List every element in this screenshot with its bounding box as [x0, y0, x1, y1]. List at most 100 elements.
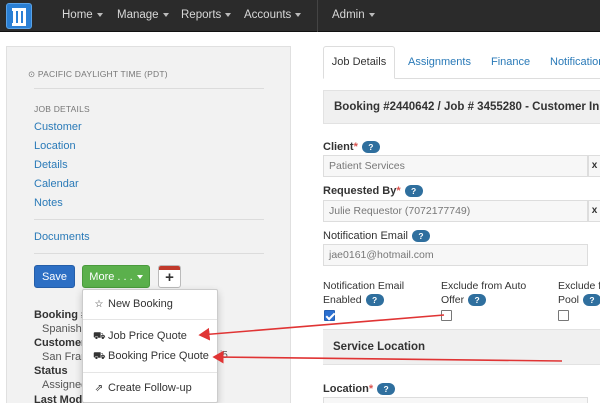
nav-manage-label: Manage	[117, 9, 159, 21]
top-navbar: Home Manage Reports Accounts Admin	[0, 0, 600, 32]
menu-item-new-booking[interactable]: ☆ New Booking	[93, 298, 173, 310]
requested-label-text: Requested By	[323, 185, 397, 197]
cb-exclude-pool-label: Exclude f Pool?	[558, 279, 600, 307]
add-calendar-icon[interactable]: +	[158, 265, 181, 288]
menu-item-label: Job Price Quote	[108, 330, 187, 342]
tab-job-details[interactable]: Job Details	[323, 46, 395, 79]
clear-requested-icon[interactable]: x	[588, 200, 600, 222]
obscured-text: i5	[220, 350, 228, 361]
email-enabled-checkbox[interactable]	[324, 310, 335, 321]
cb-label-line: Notification Email	[323, 280, 405, 292]
booking-header: Booking #2440642 / Job # 3455280 - Custo…	[323, 90, 600, 124]
location-label: Location*?	[323, 383, 396, 396]
chevron-down-icon	[96, 12, 103, 17]
divider	[34, 253, 264, 254]
nav-accounts-label: Accounts	[244, 9, 292, 21]
tab-notification[interactable]: Notification	[550, 56, 600, 68]
help-icon[interactable]: ?	[583, 294, 600, 307]
location-label-text: Location	[323, 383, 369, 395]
chevron-down-icon	[162, 12, 169, 17]
sidebar-link-customer[interactable]: Customer	[34, 121, 82, 133]
chevron-down-icon	[295, 12, 302, 17]
menu-item-job-price-quote[interactable]: ⛟ Job Price Quote	[93, 330, 187, 344]
notification-email-label: Notification Email?	[323, 230, 430, 243]
tab-finance[interactable]: Finance	[491, 56, 530, 68]
sidebar-link-location[interactable]: Location	[34, 140, 76, 152]
sidebar-link-details[interactable]: Details	[34, 159, 68, 171]
help-icon[interactable]: ?	[404, 185, 423, 198]
client-label: Client*?	[323, 141, 380, 154]
menu-item-label: New Booking	[108, 298, 173, 310]
summary-last-modified: Last Modi	[34, 394, 86, 403]
email-label-text: Notification Email	[323, 230, 408, 242]
cart-icon: ⛟	[93, 331, 106, 342]
nav-reports[interactable]: Reports	[181, 9, 232, 21]
divider	[34, 88, 264, 89]
summary-status: Status	[34, 365, 68, 377]
requested-by-label: Requested By*?	[323, 185, 423, 198]
nav-divider	[317, 0, 318, 32]
save-button[interactable]: Save	[34, 265, 75, 288]
cb-label-line: Exclude from Auto	[441, 280, 527, 292]
cb-label-line: Pool	[558, 294, 580, 306]
menu-divider	[83, 319, 217, 320]
menu-item-create-follow-up[interactable]: ⇗ Create Follow-up	[93, 382, 192, 394]
client-field[interactable]: Patient Services	[323, 155, 588, 177]
cb-label-line: Offer	[441, 294, 465, 306]
chevron-down-icon	[225, 12, 232, 17]
cb-email-enabled-label: Notification Email Enabled?	[323, 279, 404, 307]
cb-exclude-auto-offer-label: Exclude from Auto Offer?	[441, 279, 526, 307]
location-field[interactable]	[323, 397, 588, 403]
client-label-text: Client	[323, 141, 354, 153]
help-icon[interactable]: ?	[365, 294, 384, 307]
requested-by-field[interactable]: Julie Requestor (7072177749)	[323, 200, 588, 222]
summary-booking: Booking #	[34, 309, 88, 321]
cb-label-line: Enabled	[323, 294, 362, 306]
more-label: More . . .	[89, 271, 133, 283]
timezone-text: PACIFIC DAYLIGHT TIME (PDT)	[37, 69, 168, 79]
nav-manage[interactable]: Manage	[117, 9, 169, 21]
required-mark: *	[368, 383, 374, 395]
more-dropdown-button[interactable]: More . . .	[82, 265, 150, 288]
sidebar-link-documents[interactable]: Documents	[34, 231, 90, 243]
menu-item-booking-price-quote[interactable]: ⛟ Booking Price Quote	[93, 350, 209, 364]
sidebar-link-notes[interactable]: Notes	[34, 197, 63, 209]
divider	[34, 219, 264, 220]
cb-label-line: Exclude f	[558, 280, 600, 292]
tab-assignments[interactable]: Assignments	[408, 56, 471, 68]
summary-san-fran: San Fran	[42, 351, 88, 363]
exclude-pool-checkbox[interactable]	[558, 310, 569, 321]
more-dropdown-menu: ☆ New Booking ⛟ Job Price Quote ⛟ Booking P…	[82, 289, 218, 403]
cart-icon: ⛟	[93, 351, 106, 362]
summary-customer: Customer	[34, 337, 86, 349]
menu-item-label: Booking Price Quote	[108, 350, 209, 362]
timezone-label: ⊙ PACIFIC DAYLIGHT TIME (PDT)	[28, 69, 168, 79]
menu-divider	[83, 372, 217, 373]
help-icon[interactable]: ?	[468, 294, 487, 307]
job-details-section-label: JOB DETAILS	[34, 104, 90, 114]
section-title: Service Location	[333, 341, 426, 353]
booking-title: Booking #2440642 / Job # 3455280 - Custo…	[334, 101, 600, 113]
required-mark: *	[396, 185, 401, 197]
chevron-down-icon	[136, 275, 143, 280]
service-location-section: Service Location	[323, 329, 600, 365]
summary-spanish: Spanish:	[42, 323, 85, 335]
menu-item-label: Create Follow-up	[108, 382, 192, 394]
help-icon[interactable]: ?	[411, 230, 430, 243]
help-icon[interactable]: ?	[361, 141, 380, 154]
nav-home[interactable]: Home	[62, 9, 103, 21]
nav-reports-label: Reports	[181, 9, 222, 21]
nav-admin-label: Admin	[332, 9, 365, 21]
exclude-auto-offer-checkbox[interactable]	[441, 310, 452, 321]
notification-email-field[interactable]: jae0161@hotmail.com	[323, 244, 588, 266]
star-icon: ☆	[94, 299, 104, 310]
summary-assigned: Assigned	[42, 379, 88, 391]
sidebar-link-calendar[interactable]: Calendar	[34, 178, 79, 190]
clear-client-icon[interactable]: x	[588, 155, 600, 177]
external-link-icon: ⇗	[94, 383, 104, 394]
help-icon[interactable]: ?	[377, 383, 396, 396]
chevron-down-icon	[368, 12, 375, 17]
app-logo-icon[interactable]	[6, 3, 32, 29]
nav-accounts[interactable]: Accounts	[244, 9, 302, 21]
nav-admin[interactable]: Admin	[332, 9, 375, 21]
